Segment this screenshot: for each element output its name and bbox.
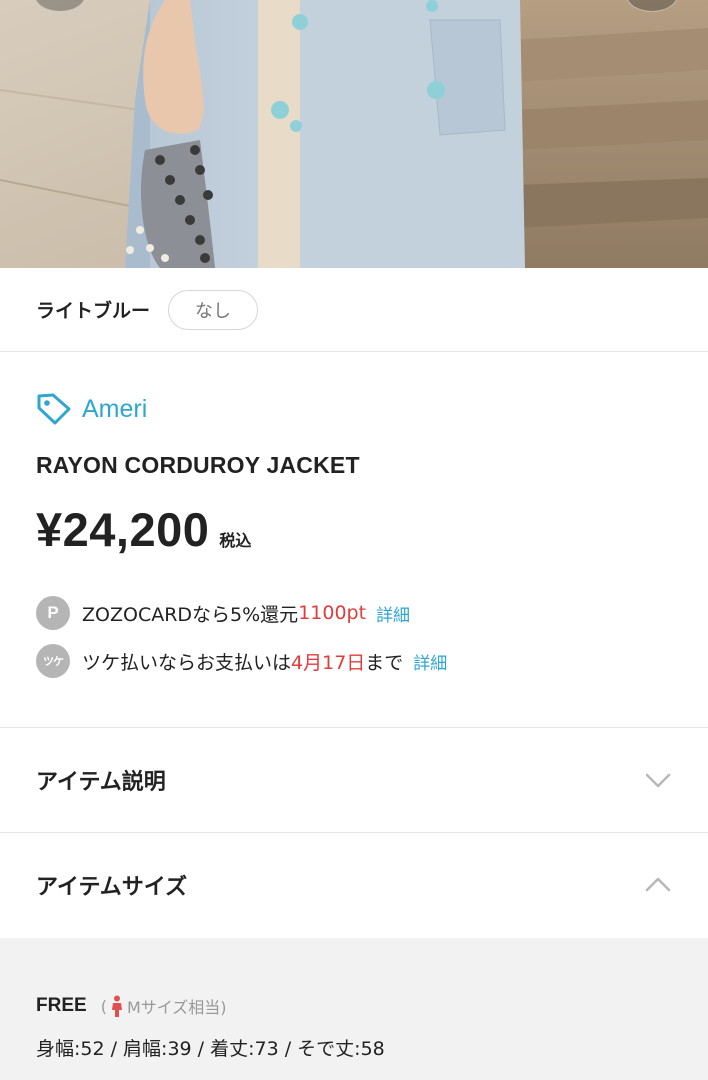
price-block: ¥24,200 税込 <box>36 502 251 557</box>
zozocard-detail-link[interactable]: 詳細 <box>376 601 410 626</box>
item-size-accordion[interactable]: アイテムサイズ <box>0 832 708 937</box>
size-equivalent-note: ( Mサイズ相当) <box>101 994 227 1018</box>
perk-highlight: 1100pt <box>298 602 367 624</box>
tag-icon <box>37 393 71 425</box>
size-note-text: Mサイズ相当) <box>126 998 227 1017</box>
product-image[interactable] <box>0 0 708 268</box>
perk-highlight: 4月17日 <box>291 651 366 674</box>
size-note-open: ( <box>100 996 107 1016</box>
tsuke-detail-link[interactable]: 詳細 <box>413 649 447 674</box>
product-photo-art <box>0 0 708 268</box>
point-icon: P <box>36 596 70 630</box>
tsuke-perk: ツケ ツケ払いならお支払いは 4月17日 まで 詳細 <box>36 644 447 678</box>
chevron-up-icon <box>645 877 671 892</box>
chevron-down-icon <box>645 773 671 788</box>
size-name: FREE <box>36 995 87 1016</box>
color-row: ライトブルー なし <box>0 268 708 352</box>
size-measurements: 身幅:52 / 肩幅:39 / 着丈:73 / そで丈:58 <box>36 1038 385 1060</box>
accordion-label: アイテム説明 <box>36 770 166 795</box>
perk-text-after: まで <box>365 651 404 674</box>
size-panel: FREE ( Mサイズ相当) 身幅:52 / 肩幅:39 / 着丈:73 / そ… <box>0 938 708 1080</box>
size-header: FREE ( Mサイズ相当) <box>36 994 227 1018</box>
zozocard-perk: P ZOZOCARDなら5%還元 1100pt 詳細 <box>36 596 410 630</box>
stock-status-button[interactable]: なし <box>168 289 259 330</box>
brand-name: Ameri <box>82 394 148 423</box>
product-info: Ameri RAYON CORDUROY JACKET ¥24,200 税込 P… <box>0 352 708 728</box>
perk-text: ツケ払いならお支払いは <box>82 651 292 674</box>
tax-label: 税込 <box>219 531 252 550</box>
product-price: ¥24,200 <box>36 503 210 556</box>
tsuke-icon: ツケ <box>36 644 70 678</box>
item-description-accordion[interactable]: アイテム説明 <box>0 727 708 832</box>
color-name: ライトブルー <box>36 300 151 322</box>
accordion-label: アイテムサイズ <box>36 875 188 900</box>
person-icon <box>111 995 122 1017</box>
product-title: RAYON CORDUROY JACKET <box>36 452 360 478</box>
perk-text: ZOZOCARDなら5%還元 <box>82 603 299 626</box>
brand-link[interactable]: Ameri <box>36 392 147 426</box>
